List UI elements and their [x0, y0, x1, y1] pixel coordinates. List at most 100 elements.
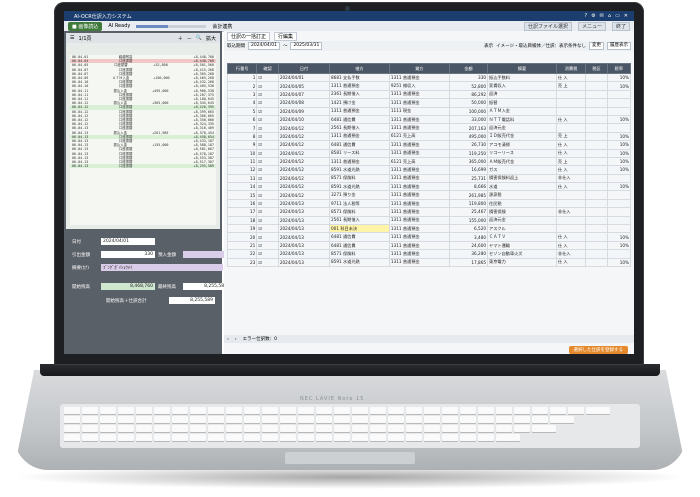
- cell-rate[interactable]: 10%: [606, 182, 632, 192]
- key[interactable]: [316, 434, 332, 441]
- key[interactable]: [532, 416, 548, 423]
- cell-d[interactable]: 2024/04/01: [277, 72, 331, 83]
- table-row[interactable]: 20 ☑ 2024/04/13 6481 通信費 1311 普通預金 3,480 ＣＡＴＶ 仕…: [226, 232, 632, 242]
- cell-tax[interactable]: [555, 215, 587, 226]
- cell-d[interactable]: 2024/04/13: [277, 240, 331, 251]
- checkbox-icon[interactable]: ☑: [256, 240, 279, 251]
- table-row[interactable]: 2 ☑ 2024/04/05 1311 普通預金 9251 雑収入 52,800 家賃収入売…: [226, 81, 632, 91]
- cell-amt[interactable]: 119,250: [448, 148, 489, 158]
- tax-class-cell[interactable]: [585, 81, 608, 91]
- table-row[interactable]: 4 ☑ 2024/04/08 1421 預け金 1311 普通預金 50,000 振替: [226, 98, 632, 108]
- checkbox-icon[interactable]: ☑: [256, 207, 279, 217]
- search-icon[interactable]: 🔍: [196, 35, 202, 41]
- window-icon-0[interactable]: ?: [585, 13, 588, 19]
- checkbox-icon[interactable]: ☑: [256, 148, 279, 158]
- checkbox-icon[interactable]: ☑: [256, 249, 279, 259]
- cell-tax[interactable]: 仕 入: [555, 165, 587, 175]
- cell-dr[interactable]: 6481 通信費: [329, 240, 390, 251]
- key[interactable]: [154, 425, 170, 432]
- cell-rate[interactable]: 10%: [606, 114, 632, 125]
- key[interactable]: [388, 434, 404, 441]
- checkbox-icon[interactable]: ☑: [256, 156, 279, 167]
- cell-rate[interactable]: [606, 123, 632, 133]
- deposit-field[interactable]: [183, 251, 229, 258]
- cell-d[interactable]: 2024/04/13: [277, 257, 331, 268]
- cell-rate[interactable]: 10%: [606, 156, 632, 167]
- checkbox-icon[interactable]: ☑: [256, 232, 279, 242]
- cell-tax[interactable]: 仕 入: [555, 182, 587, 192]
- key[interactable]: [172, 416, 188, 423]
- checkbox-icon[interactable]: ☑: [256, 98, 279, 108]
- cell-amt[interactable]: 365,000: [448, 156, 489, 167]
- column-header[interactable]: 確認: [256, 63, 279, 74]
- tax-class-cell[interactable]: [585, 131, 608, 142]
- cell-n[interactable]: 17: [226, 207, 258, 217]
- menu-button[interactable]: メニュー: [577, 21, 606, 31]
- key[interactable]: [370, 407, 386, 414]
- key[interactable]: [352, 434, 368, 441]
- cell-n[interactable]: 11: [226, 156, 258, 167]
- cell-memo[interactable]: 返済元金: [487, 123, 557, 133]
- register-button[interactable]: 選択した仕訳を登録する: [568, 346, 628, 354]
- key[interactable]: [424, 407, 440, 414]
- cell-tax[interactable]: 仕 入: [555, 72, 587, 83]
- cell-memo[interactable]: アスクル: [487, 224, 557, 234]
- key[interactable]: [478, 434, 494, 441]
- window-icon-2[interactable]: ✉: [600, 13, 604, 19]
- table-row[interactable]: 17 ☑ 2024/04/13 8571 保険料 1311 普通預金 25,467 損害保険…: [226, 207, 632, 217]
- cell-d[interactable]: 2024/04/12: [277, 173, 331, 184]
- cell-d[interactable]: 2024/04/13: [277, 207, 331, 217]
- key[interactable]: [82, 425, 98, 432]
- key[interactable]: [226, 416, 242, 423]
- cell-n[interactable]: 2: [226, 81, 258, 91]
- cell-n[interactable]: 6: [226, 114, 258, 125]
- key[interactable]: [370, 425, 386, 432]
- key[interactable]: [334, 407, 350, 414]
- cell-d[interactable]: 2024/04/05: [277, 81, 331, 91]
- table-row[interactable]: 18 ☑ 2024/04/13 2561 長期借入 1311 普通預金 155,000 返済…: [226, 215, 632, 226]
- key[interactable]: [226, 425, 242, 432]
- key[interactable]: [352, 416, 368, 423]
- key[interactable]: [190, 434, 206, 441]
- cell-memo[interactable]: 損害保険: [487, 207, 557, 217]
- key[interactable]: [100, 425, 116, 432]
- cell-d[interactable]: 2024/04/12: [277, 131, 331, 142]
- table-row[interactable]: 10 ☑ 2024/04/12 8581 リース料 1311 普通預金 119,250 リコ…: [226, 148, 632, 158]
- cell-d[interactable]: 2024/04/13: [277, 224, 331, 234]
- cell-n[interactable]: 22: [226, 249, 258, 259]
- key[interactable]: [172, 425, 188, 432]
- cell-memo[interactable]: 家賃収入: [487, 81, 557, 91]
- cell-cr[interactable]: 1311 普通預金: [388, 190, 450, 200]
- key[interactable]: [586, 407, 610, 414]
- cell-tax[interactable]: 仕 入: [555, 240, 587, 251]
- key[interactable]: [82, 434, 98, 441]
- zoom-out-icon[interactable]: －: [187, 35, 192, 42]
- cell-n[interactable]: 16: [226, 198, 258, 209]
- cell-cr[interactable]: 1311 普通預金: [388, 148, 450, 158]
- cell-d[interactable]: 2024/04/07: [277, 89, 331, 100]
- cell-n[interactable]: 9: [226, 140, 258, 150]
- cell-amt[interactable]: 6,520: [448, 224, 489, 234]
- key[interactable]: [244, 434, 260, 441]
- cell-memo[interactable]: リコーリース: [487, 148, 557, 158]
- cell-memo[interactable]: 東京電力: [487, 257, 557, 268]
- cell-dr[interactable]: 2361 長期借入: [329, 89, 390, 100]
- cell-dr[interactable]: 6481 通信費: [329, 232, 390, 242]
- column-header[interactable]: 摘要: [487, 63, 557, 74]
- cell-tax[interactable]: 非仕入: [555, 207, 587, 217]
- key[interactable]: [424, 425, 440, 432]
- cell-rate[interactable]: [606, 207, 632, 217]
- cell-tax[interactable]: 売 上: [555, 156, 587, 167]
- cell-memo[interactable]: ガス: [487, 165, 557, 175]
- key[interactable]: [64, 425, 80, 432]
- cell-n[interactable]: 14: [226, 182, 258, 192]
- key[interactable]: [424, 416, 440, 423]
- key[interactable]: [298, 434, 314, 441]
- key[interactable]: [64, 416, 80, 423]
- checkbox-icon[interactable]: ☑: [256, 89, 279, 100]
- key[interactable]: [442, 434, 458, 441]
- cell-dr[interactable]: 1311 普通預金: [329, 156, 390, 167]
- cell-tax[interactable]: [555, 106, 587, 116]
- cell-n[interactable]: 8: [226, 131, 258, 142]
- end-balance-field[interactable]: 8,255,589: [183, 283, 229, 290]
